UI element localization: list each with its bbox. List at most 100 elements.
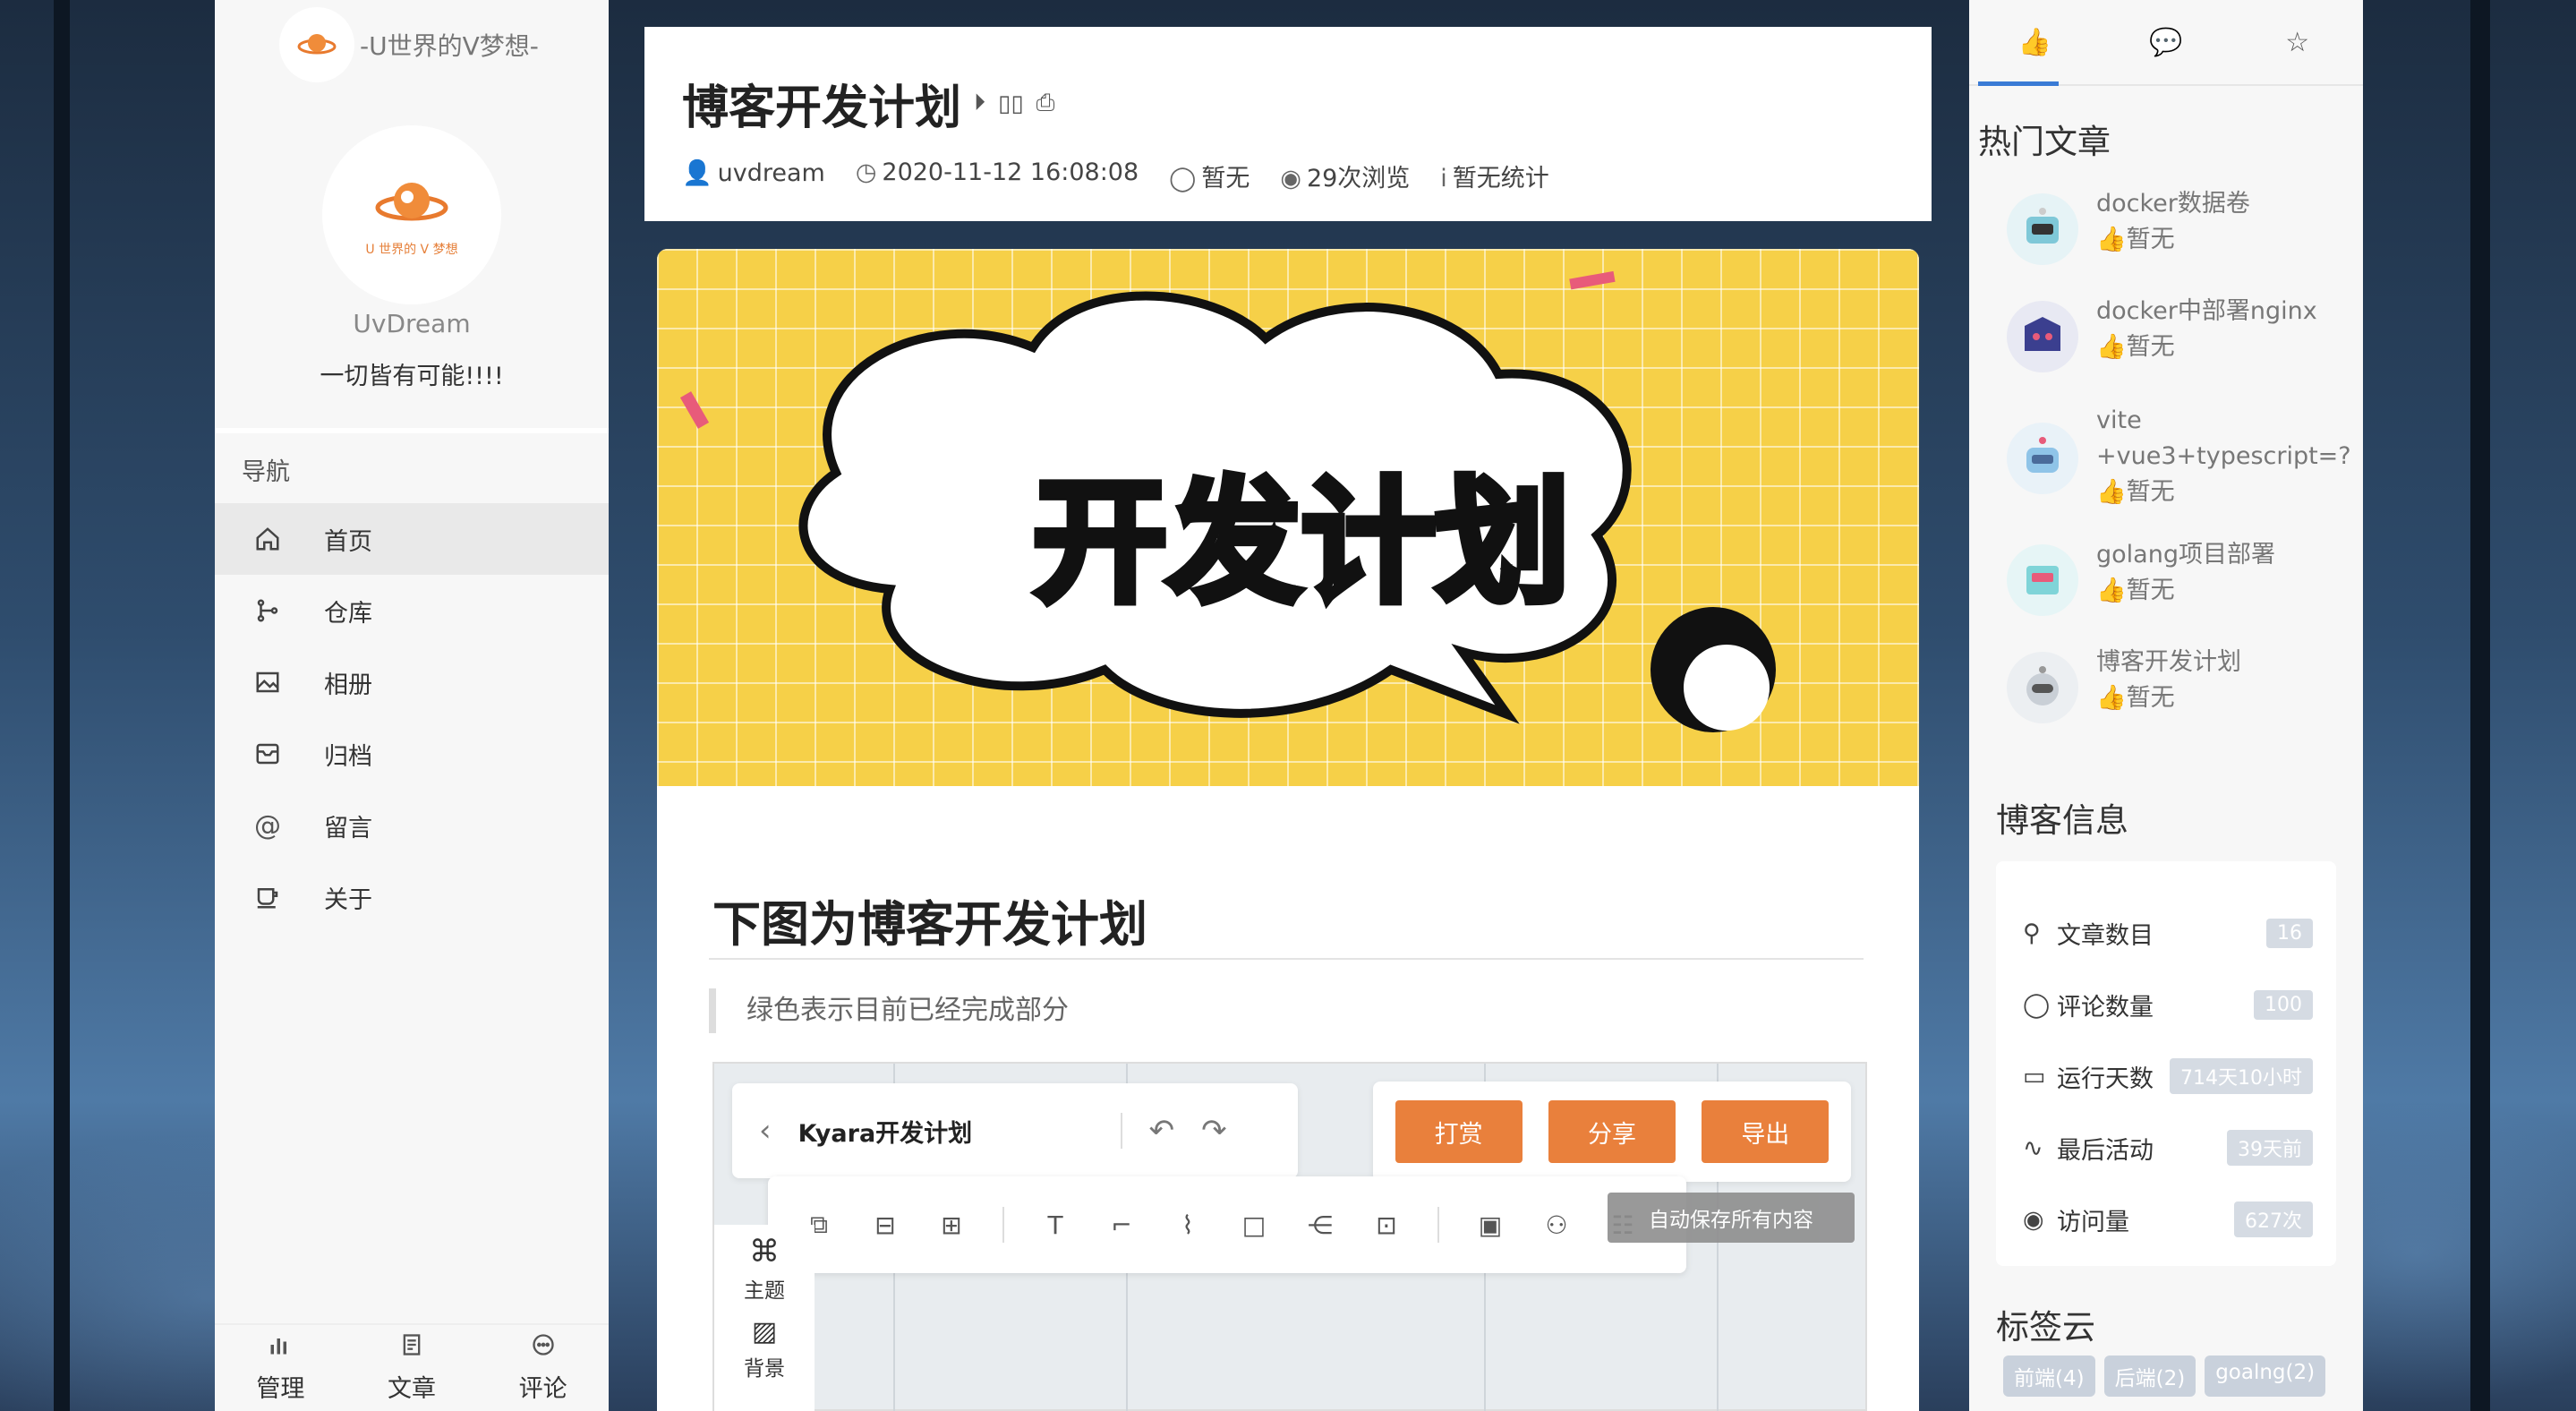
theme-icon: ⌘ [749, 1234, 780, 1270]
right-sidebar: 👍 💬 ☆ 热门文章 docker数据卷 👍暂无 docker中部署nginx 👍暂… [1969, 0, 2363, 1411]
hot-article[interactable]: vite +vue3+typescript=? 👍暂无 [2007, 403, 2351, 537]
nav-list: 首页 仓库 相册 归档 @ 留言 关于 [215, 503, 609, 933]
hot-article-likes: 暂无 [2126, 333, 2175, 361]
info-row: ◉ 访问量 627次 [1996, 1184, 2336, 1255]
divider [215, 428, 609, 433]
doc-title: Kyara开发计划 [798, 1119, 973, 1148]
tag[interactable]: 前端(4) [2003, 1355, 2095, 1397]
robot-avatar [2007, 544, 2078, 616]
embedded-diagram[interactable]: ‹ Kyara开发计划 ↶ ↷ 打赏 分享 导出 ⧉ ⊟ ⊞ T ⌐ ⌇ □ ⋲… [712, 1062, 1867, 1411]
image-icon [252, 667, 283, 697]
insert-child-icon[interactable]: ⊟ [870, 1210, 900, 1240]
hot-article-likes: 暂无 [2126, 684, 2175, 712]
reward-button[interactable]: 打赏 [1395, 1100, 1523, 1163]
robot-avatar [2007, 423, 2078, 494]
site-brand[interactable]: -U世界的V梦想- [279, 7, 539, 82]
tab-comments[interactable]: 💬 [2101, 0, 2232, 84]
star-icon: ☆ [2285, 26, 2310, 58]
info-badge: 627次 [2234, 1201, 2313, 1237]
user-icon: 👤 [682, 159, 712, 187]
manage-label: 管理 [256, 1375, 305, 1403]
pulse-icon: ∿ [2023, 1133, 2043, 1162]
divider [1002, 1207, 1004, 1243]
attachment-icon[interactable]: ⌇ [1173, 1210, 1203, 1240]
articles-label: 文章 [387, 1375, 436, 1403]
insert-parent-icon[interactable]: ⊞ [936, 1210, 967, 1240]
nav-item-about[interactable]: 关于 [215, 861, 609, 933]
tag-cloud: 前端(4) 后端(2) goalng(2) [2003, 1355, 2326, 1397]
hot-article-likes: 暂无 [2126, 577, 2175, 604]
hot-article[interactable]: docker中部署nginx 👍暂无 [2007, 294, 2347, 403]
blockquote: 绿色表示目前已经完成部分 [709, 988, 1069, 1033]
article-body: 开发计划 下图为博客开发计划 绿色表示目前已经完成部分 ‹ Kyara开发计划 … [657, 249, 1919, 1411]
info-label: 运行天数 [2057, 1065, 2154, 1093]
archive-icon [252, 739, 283, 769]
image-icon: ▨ [751, 1316, 778, 1347]
hot-article[interactable]: 博客开发计划 👍暂无 [2007, 645, 2347, 752]
eye-icon: ◉ [2023, 1205, 2044, 1234]
share-button[interactable]: 分享 [1548, 1100, 1676, 1163]
thumbs-up-icon: 👍 [2017, 26, 2052, 58]
save-icon[interactable]: ▣ [1475, 1210, 1506, 1240]
info-badge: 39天前 [2227, 1130, 2313, 1166]
nav-label: 留言 [324, 814, 372, 842]
play-icon[interactable]: ⏵ [974, 90, 985, 117]
undo-icon[interactable]: ↶ [1149, 1113, 1175, 1149]
hot-article-likes: 暂无 [2126, 226, 2175, 253]
structure-icon[interactable]: ⋲ [1305, 1210, 1335, 1240]
blog-info-card: ⚲ 文章数目 16 ◯ 评论数量 100 ▭ 运行天数 714天10小时 ∿ 最后活动 39天前… [1996, 861, 2336, 1266]
shape-icon[interactable]: □ [1239, 1210, 1269, 1240]
sidebar-tabs: 👍 💬 ☆ [1969, 0, 2363, 86]
info-icon: i [1440, 165, 1447, 192]
nav-label: 关于 [324, 885, 372, 914]
manage-button[interactable]: 管理 [256, 1325, 304, 1411]
back-icon[interactable]: ‹ [759, 1113, 772, 1149]
thumbs-up-icon: 👍 [2096, 478, 2127, 506]
username: UvDream [353, 309, 471, 338]
theme-label: 主题 [744, 1279, 785, 1303]
tab-hot[interactable]: 👍 [1969, 0, 2101, 86]
bottom-bar: 管理 文章 评论 [215, 1323, 609, 1411]
book-icon[interactable]: ▯▯ [998, 90, 1024, 117]
info-row: ∿ 最后活动 39天前 [1996, 1112, 2336, 1184]
info-label: 评论数量 [2057, 993, 2154, 1022]
hot-article-likes: 暂无 [2126, 478, 2175, 506]
nav-item-repo[interactable]: 仓库 [215, 575, 609, 646]
tag[interactable]: 后端(2) [2103, 1355, 2196, 1397]
robot-avatar [2007, 193, 2078, 265]
hot-article[interactable]: docker数据卷 👍暂无 [2007, 186, 2347, 294]
format-painter-icon[interactable]: ⌐ [1106, 1210, 1137, 1240]
post-banner: 开发计划 [657, 249, 1919, 786]
background-label: 背景 [744, 1357, 785, 1381]
comment-icon: ◯ [1169, 165, 1197, 192]
diagram-side-tools: ⌘ 主题 ▨ 背景 [714, 1225, 815, 1411]
hot-article-title: vite +vue3+typescript=? [2096, 406, 2351, 470]
site-logo [279, 7, 354, 82]
nav-label: 仓库 [324, 599, 372, 628]
tree-silhouette [54, 0, 70, 1411]
print-icon[interactable]: ⎙ [1036, 90, 1055, 117]
redo-icon[interactable]: ↷ [1201, 1113, 1227, 1149]
nav-item-message[interactable]: @ 留言 [215, 790, 609, 861]
divider [1437, 1207, 1439, 1243]
hot-article[interactable]: golang项目部署 👍暂无 [2007, 537, 2347, 645]
comments-button[interactable]: 评论 [519, 1325, 567, 1411]
background-tool[interactable]: ▨ 背景 [744, 1316, 785, 1381]
tab-favorites[interactable]: ☆ [2231, 0, 2363, 84]
autosave-tooltip: 自动保存所有内容 [1608, 1193, 1855, 1243]
text-icon[interactable]: T [1040, 1210, 1070, 1240]
nav-item-album[interactable]: 相册 [215, 646, 609, 718]
collaborators-icon[interactable]: ⚇ [1541, 1210, 1572, 1240]
info-badge: 100 [2254, 989, 2313, 1020]
info-label: 文章数目 [2057, 921, 2154, 950]
layout-icon[interactable]: ⊡ [1371, 1210, 1402, 1240]
nav-heading: 导航 [242, 458, 290, 486]
post-stats: 暂无统计 [1452, 165, 1549, 192]
nav-item-home[interactable]: 首页 [215, 503, 609, 575]
articles-button[interactable]: 文章 [388, 1325, 436, 1411]
export-button[interactable]: 导出 [1702, 1100, 1830, 1163]
nav-item-archive[interactable]: 归档 [215, 718, 609, 790]
theme-tool[interactable]: ⌘ 主题 [744, 1234, 785, 1304]
tag[interactable]: goalng(2) [2205, 1355, 2326, 1397]
post-title: 博客开发计划 [682, 81, 962, 135]
